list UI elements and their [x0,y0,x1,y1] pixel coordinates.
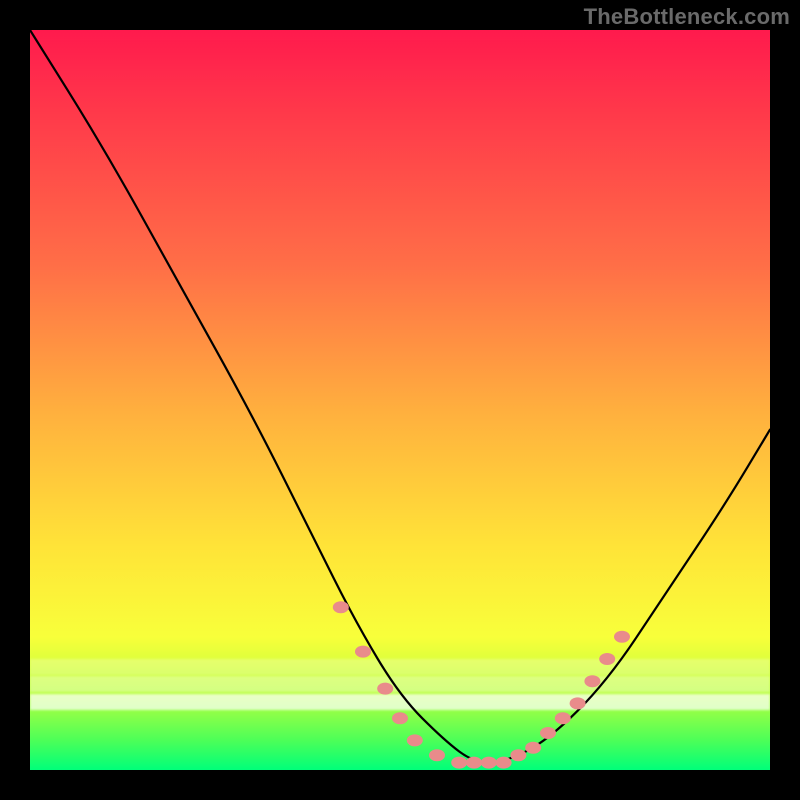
watermark-text: TheBottleneck.com [584,4,790,30]
fps-dot [429,749,445,761]
fps-markers [333,601,630,768]
fps-dot [466,757,482,769]
chart-container: TheBottleneck.com [0,0,800,800]
fps-dot [451,757,467,769]
fps-dot [599,653,615,665]
fps-dot [555,712,571,724]
fps-dot [407,734,423,746]
curve-svg [30,30,770,770]
fps-dot [496,757,512,769]
fps-dot [355,646,371,658]
fps-dot [377,683,393,695]
fps-dot [540,727,556,739]
bottleneck-curve [30,30,770,763]
fps-dot [614,631,630,643]
fps-dot [510,749,526,761]
fps-dot [392,712,408,724]
plot-area [30,30,770,770]
fps-dot [570,697,586,709]
fps-dot [525,742,541,754]
fps-dot [333,601,349,613]
fps-dot [481,757,497,769]
fps-dot [584,675,600,687]
